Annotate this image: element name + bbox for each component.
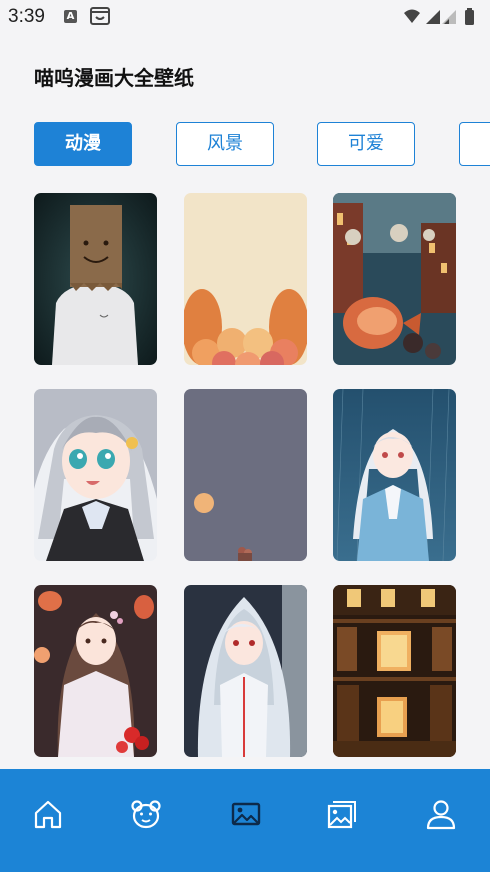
home-icon [34, 800, 62, 829]
bottom-navigation [0, 769, 490, 872]
notification-app-icon [90, 7, 110, 29]
wallpaper-thumbnail-white-hair-rain-girl[interactable] [333, 389, 456, 561]
notification-a-icon: A [64, 10, 77, 23]
wallpaper-thumbnail-hanfu-girl-lanterns[interactable] [34, 585, 157, 757]
category-tabs: 动漫 风景 可爱 [0, 122, 490, 166]
page-title: 喵呜漫画大全壁纸 [34, 66, 194, 90]
nav-home[interactable] [31, 797, 65, 831]
wallpaper-thumbnail-cute-eggs[interactable] [184, 193, 307, 365]
tab-cute[interactable]: 可爱 [317, 122, 415, 166]
nav-gallery[interactable] [325, 797, 359, 831]
status-time: 3:39 [8, 6, 45, 27]
wallpaper-grid [0, 193, 490, 773]
status-indicators [402, 8, 482, 26]
wallpaper-thumbnail-silver-hair-girl[interactable] [34, 389, 157, 561]
wallpaper-thumbnail-gray-minimal[interactable] [184, 389, 307, 561]
signal-icon [426, 10, 456, 24]
nav-wallpaper[interactable] [229, 797, 263, 831]
gallery-icon [327, 801, 356, 829]
tab-more[interactable] [459, 122, 490, 166]
wallpaper-thumbnail-paper-bag-boy[interactable] [34, 193, 157, 365]
wallpaper-thumbnail-koi-fish-town[interactable] [333, 193, 456, 365]
nav-cute[interactable] [129, 797, 163, 831]
profile-icon [426, 800, 456, 830]
tab-anime[interactable]: 动漫 [34, 122, 132, 166]
battery-icon [465, 8, 474, 25]
nav-profile[interactable] [424, 797, 458, 831]
tab-scenery[interactable]: 风景 [176, 122, 274, 166]
bear-icon [131, 800, 161, 829]
status-bar: 3:39 A [0, 0, 490, 34]
wifi-icon [404, 9, 420, 23]
image-icon [231, 802, 261, 826]
wallpaper-thumbnail-library-interior[interactable] [333, 585, 456, 757]
wallpaper-thumbnail-hooded-girl[interactable] [184, 585, 307, 757]
